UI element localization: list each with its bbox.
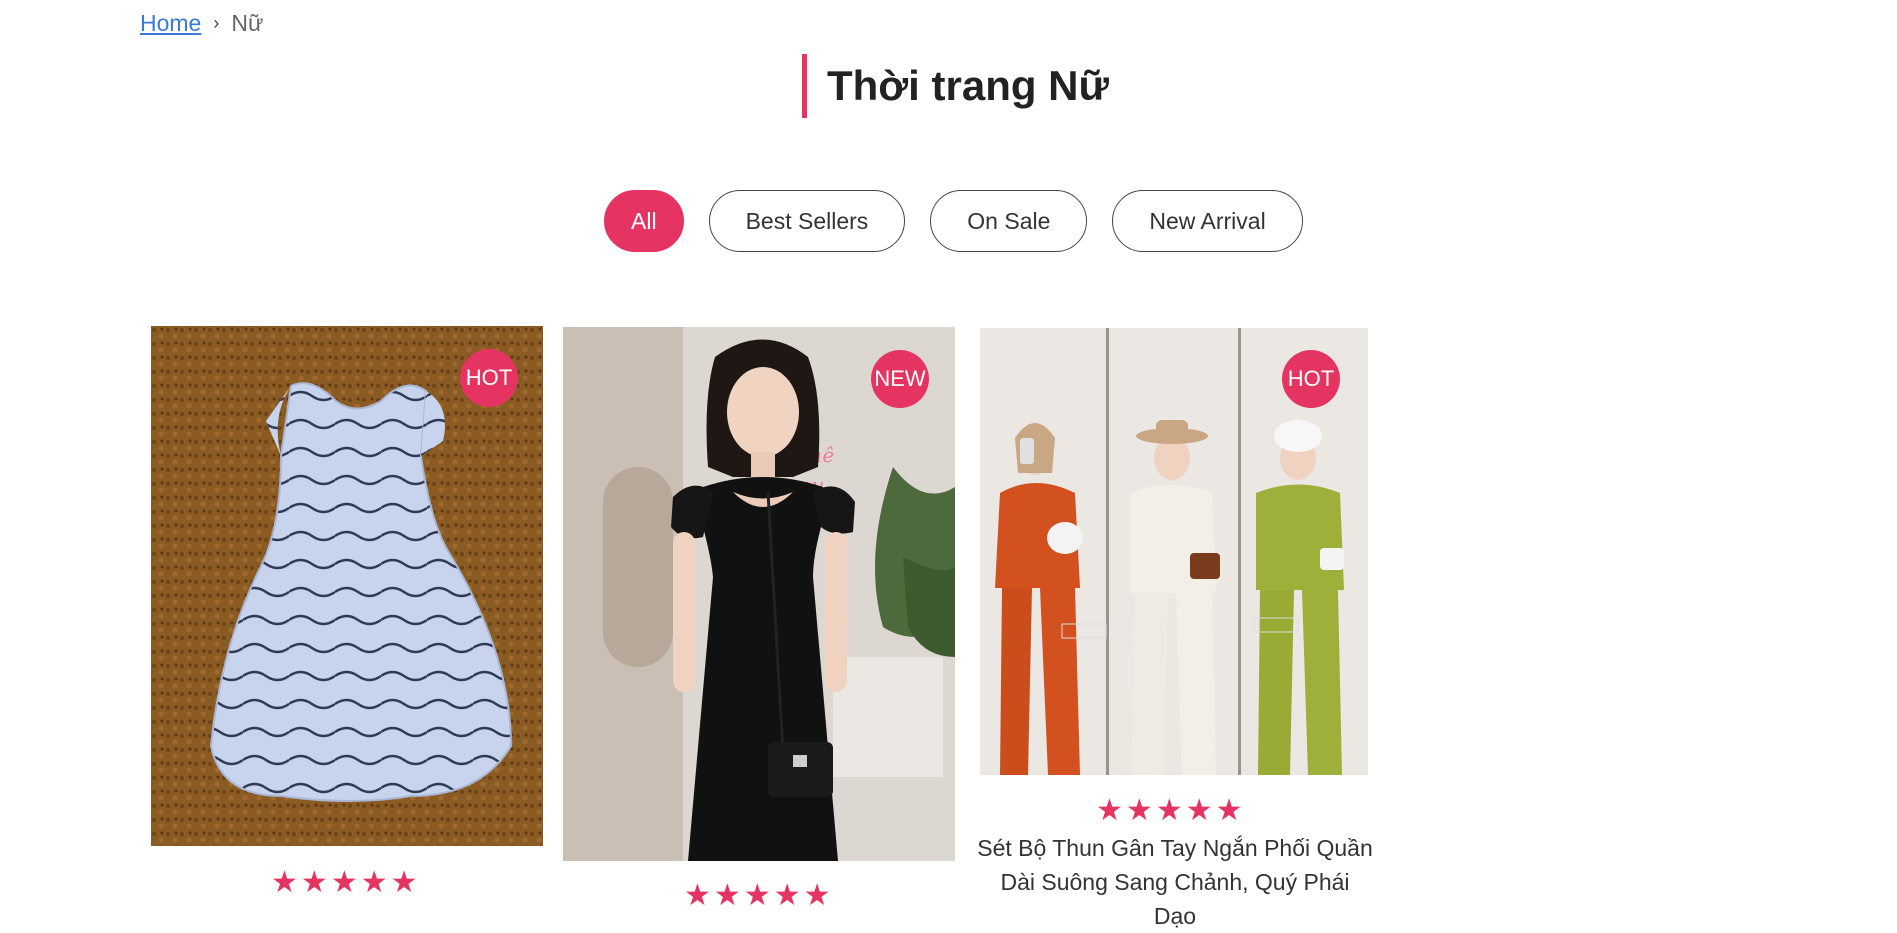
product-badge: HOT	[1282, 350, 1340, 408]
filter-tabs: All Best Sellers On Sale New Arrival	[604, 190, 1303, 252]
filter-new-arrival[interactable]: New Arrival	[1112, 190, 1303, 252]
product-card[interactable]: I à-phê you NEW ★★★★★	[563, 327, 955, 911]
product-card[interactable]: HOT ★ ★ ★ ★ ★	[151, 326, 543, 898]
star-rating: ★ ★ ★ ★ ★	[684, 881, 831, 911]
star-icon: ★	[330, 866, 358, 899]
star-icon: ★	[300, 866, 328, 899]
breadcrumb-home-link[interactable]: Home	[140, 10, 201, 37]
star-icon: ★	[713, 879, 741, 912]
star-icon: ★	[1096, 794, 1123, 827]
star-icon: ★	[390, 866, 418, 899]
star-icon: ★	[271, 866, 298, 899]
filter-all[interactable]: All	[604, 190, 684, 252]
star-icon: ★	[1215, 794, 1243, 827]
breadcrumb-current: Nữ	[231, 10, 264, 36]
star-rating: ★ ★ ★ ★ ★	[1096, 796, 1243, 826]
product-name[interactable]: Sét Bộ Thun Gân Tay Ngắn Phối Quần Dài S…	[977, 831, 1373, 933]
page-title-block: Thời trang Nữ	[802, 54, 1109, 118]
product-card[interactable]: HOT ★ ★ ★ ★ ★ Sét Bộ Thun Gân Tay Ngắn Phối …	[977, 328, 1397, 929]
star-icon: ★	[684, 879, 711, 912]
star-icon: ★	[773, 879, 801, 912]
product-name-line: Sét Bộ Thun Gân Tay Ngắn Phối Quần	[977, 835, 1373, 861]
star-icon: ★	[1125, 794, 1153, 827]
filter-on-sale[interactable]: On Sale	[930, 190, 1088, 252]
chevron-right-icon: ›	[213, 13, 220, 33]
star-icon: ★	[360, 866, 388, 899]
star-icon: ★	[803, 879, 831, 912]
breadcrumb: Home › Nữ	[140, 10, 263, 37]
star-icon: ★	[1155, 794, 1183, 827]
product-badge: NEW	[871, 350, 929, 408]
star-icon: ★	[743, 879, 771, 912]
star-rating: ★ ★ ★ ★ ★	[271, 868, 418, 898]
title-accent-bar	[802, 54, 807, 118]
product-name-line: Dài Suông Sang Chảnh, Quý Phái Dạo	[1000, 869, 1350, 929]
filter-best-sellers[interactable]: Best Sellers	[708, 190, 906, 252]
page-title: Thời trang Nữ	[827, 62, 1109, 109]
product-badge: HOT	[460, 349, 518, 407]
star-icon: ★	[1185, 794, 1213, 827]
